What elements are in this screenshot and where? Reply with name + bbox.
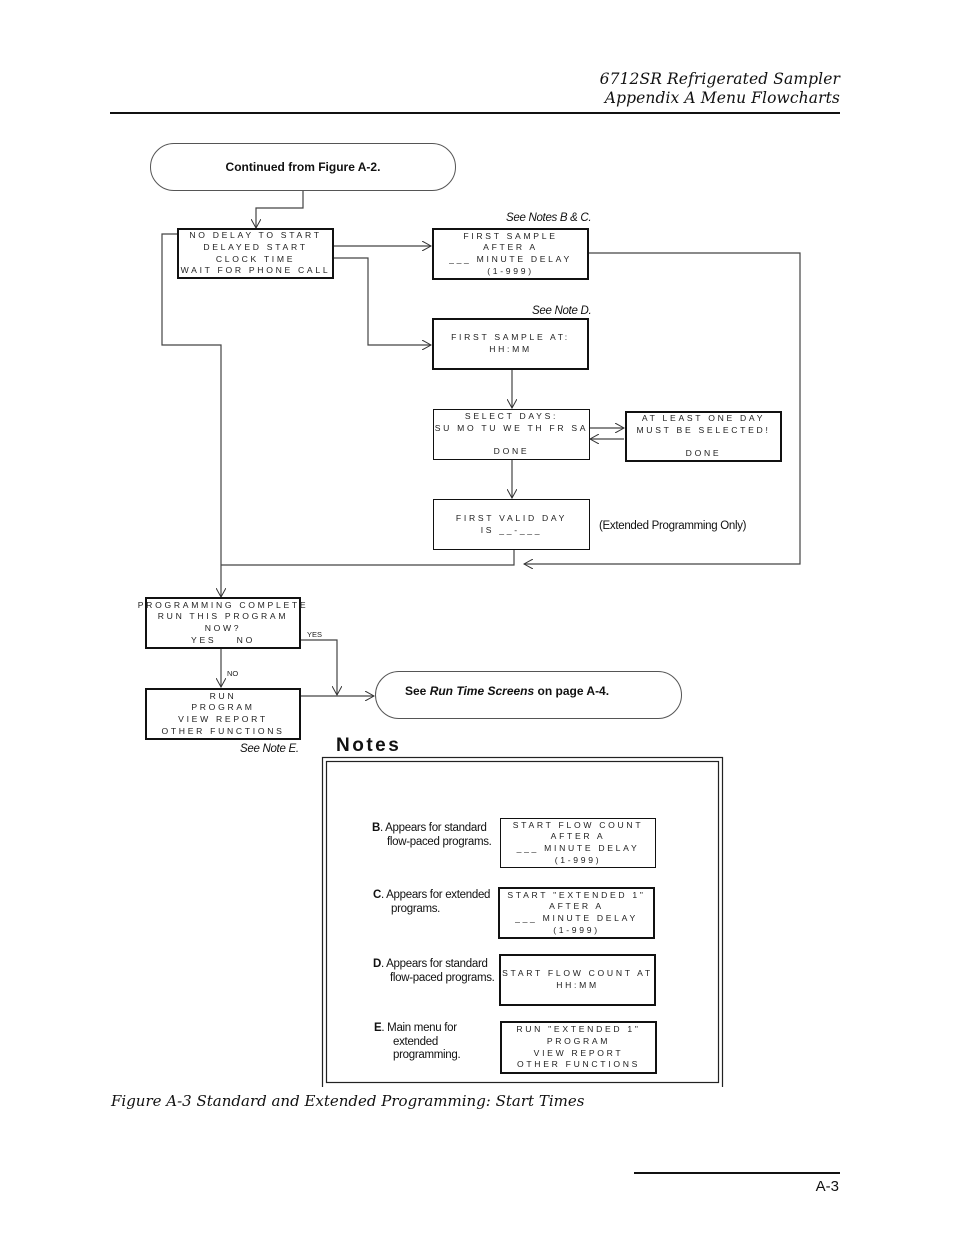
screen-programming-complete: PROGRAMMING COMPLETE RUN THIS PROGRAM NO… bbox=[138, 597, 306, 649]
see-note-d-label: See Note D. bbox=[532, 305, 592, 317]
screen-select-days: SELECT DAYS: SU MO TU WE TH FR SA DONE bbox=[433, 409, 590, 460]
start-terminal-label: Continued from Figure A-2. bbox=[225, 160, 381, 174]
screen-line: MUST BE SELECTED! bbox=[636, 424, 771, 435]
extended-only-label: (Extended Programming Only) bbox=[599, 520, 747, 532]
note-letter: D bbox=[373, 958, 382, 970]
screen-line: OTHER FUNCTIONS bbox=[516, 1059, 641, 1070]
screen-line: AFTER A bbox=[483, 242, 538, 253]
screen-line: RUN THIS PROGRAM bbox=[157, 611, 289, 622]
footer-rule bbox=[634, 1172, 840, 1174]
screen-line: AFTER A bbox=[550, 831, 606, 842]
page-number: A-3 bbox=[815, 1178, 839, 1195]
screen-first-sample-delay: FIRST SAMPLE AFTER A ___ MINUTE DELAY (1… bbox=[432, 228, 589, 280]
note-b-text: B. Appears for standard flow-paced progr… bbox=[372, 822, 492, 849]
note-line: . Main menu for bbox=[381, 1022, 457, 1034]
figure-caption: Figure A-3 Standard and Extended Program… bbox=[111, 1092, 585, 1110]
screen-first-valid-day: FIRST VALID DAY IS __-___ bbox=[433, 499, 590, 550]
note-letter: C bbox=[373, 889, 382, 901]
wire-no-delay-down bbox=[161, 233, 221, 597]
screen-note-e: RUN "EXTENDED 1" PROGRAM VIEW REPORT OTH… bbox=[500, 1021, 657, 1074]
time-field[interactable]: HH:MM bbox=[489, 344, 532, 356]
terminal-text-prefix: See bbox=[405, 684, 430, 698]
see-notes-bc-label: See Notes B & C. bbox=[506, 212, 592, 224]
menu-option-other-functions[interactable]: OTHER FUNCTIONS bbox=[161, 726, 284, 738]
see-note-e-label: See Note E. bbox=[240, 743, 299, 755]
note-c-text: C. Appears for extended programs. bbox=[373, 889, 490, 916]
no-branch-label: NO bbox=[227, 669, 239, 678]
yes-no-options[interactable]: YES NO bbox=[191, 635, 255, 647]
screen-line: START FLOW COUNT AT bbox=[502, 968, 653, 979]
run-time-screens-link[interactable]: Run Time Screens bbox=[430, 684, 534, 698]
date-field[interactable]: IS __-___ bbox=[481, 525, 543, 537]
screen-at-least-one-day: AT LEAST ONE DAY MUST BE SELECTED! DONE bbox=[625, 411, 782, 462]
screen-first-sample-at: FIRST SAMPLE AT: HH:MM bbox=[432, 318, 589, 370]
screen-main-menu: RUN PROGRAM VIEW REPORT OTHER FUNCTIONS bbox=[145, 688, 301, 740]
done-option[interactable]: DONE bbox=[494, 446, 530, 458]
wire-clock-to-first-sample-at bbox=[334, 257, 431, 345]
wire-start-to-menu bbox=[256, 190, 304, 228]
screen-note-d: START FLOW COUNT AT HH:MM bbox=[499, 954, 656, 1006]
screen-line: AFTER A bbox=[549, 901, 604, 912]
menu-option-view-report[interactable]: VIEW REPORT bbox=[178, 714, 268, 726]
screen-line: (1-999) bbox=[487, 265, 534, 276]
screen-line: HH:MM bbox=[556, 980, 599, 990]
note-line: extended bbox=[393, 1035, 438, 1048]
wire-valid-day-to-merge bbox=[221, 550, 515, 566]
yes-branch-label: YES bbox=[307, 630, 323, 639]
runtime-screens-terminal: See Run Time Screens on page A-4. bbox=[375, 671, 682, 719]
screen-note-b: START FLOW COUNT AFTER A ___ MINUTE DELA… bbox=[500, 818, 656, 868]
note-line: . Appears for extended bbox=[381, 889, 491, 901]
day-selector[interactable]: SU MO TU WE TH FR SA bbox=[435, 423, 588, 435]
delay-minutes-field[interactable]: ___ MINUTE DELAY bbox=[449, 254, 572, 266]
screen-start-menu: NO DELAY TO START DELAYED START CLOCK TI… bbox=[177, 228, 334, 279]
screen-line: START "EXTENDED 1" bbox=[507, 889, 646, 900]
note-line: flow-paced programs. bbox=[387, 835, 492, 848]
wire-yes-to-runtime bbox=[301, 639, 337, 695]
menu-option-program[interactable]: PROGRAM bbox=[191, 702, 254, 714]
note-line: programs. bbox=[391, 902, 441, 915]
note-line: . Appears for standard bbox=[380, 822, 487, 834]
terminal-text-suffix: on page A-4. bbox=[534, 684, 610, 698]
flowchart-connectors bbox=[161, 190, 801, 1092]
note-e-text: E. Main menu for extended programming. bbox=[374, 1022, 461, 1063]
menu-option-run[interactable]: RUN bbox=[210, 691, 237, 703]
done-option[interactable]: DONE bbox=[686, 448, 722, 460]
note-letter: B bbox=[372, 822, 381, 834]
screen-line: ___ MINUTE DELAY bbox=[515, 913, 638, 923]
screen-line: PROGRAM bbox=[546, 1035, 611, 1046]
note-line: . Appears for standard bbox=[381, 958, 488, 970]
screen-line: SELECT DAYS: bbox=[464, 411, 559, 422]
start-menu-option-phone-call[interactable]: WAIT FOR PHONE CALL bbox=[181, 265, 331, 277]
start-menu-option-clock-time[interactable]: CLOCK TIME bbox=[216, 254, 295, 266]
screen-line: FIRST VALID DAY bbox=[455, 512, 568, 523]
screen-line: (1-999) bbox=[553, 924, 600, 935]
notes-title: Notes bbox=[336, 735, 402, 756]
screen-note-c: START "EXTENDED 1" AFTER A ___ MINUTE DE… bbox=[498, 887, 655, 939]
screen-line: VIEW REPORT bbox=[533, 1047, 624, 1058]
screen-line: (1-999) bbox=[554, 854, 602, 865]
screen-line: FIRST SAMPLE bbox=[463, 230, 558, 241]
note-line: flow-paced programs. bbox=[390, 971, 495, 984]
screen-line: FIRST SAMPLE AT: bbox=[451, 332, 570, 343]
screen-line: RUN "EXTENDED 1" bbox=[516, 1024, 641, 1035]
screen-line: START FLOW COUNT bbox=[512, 819, 644, 830]
screen-line: AT LEAST ONE DAY bbox=[641, 413, 766, 424]
start-terminal: Continued from Figure A-2. bbox=[150, 143, 456, 191]
screen-line: ___ MINUTE DELAY bbox=[516, 843, 640, 853]
note-d-text: D. Appears for standard flow-paced progr… bbox=[373, 958, 495, 985]
screen-line: PROGRAMMING COMPLETE bbox=[137, 599, 309, 610]
note-line: programming. bbox=[393, 1049, 461, 1061]
start-menu-option-delayed-start[interactable]: DELAYED START bbox=[203, 242, 307, 254]
screen-line: NOW? bbox=[204, 623, 242, 633]
start-menu-option-no-delay[interactable]: NO DELAY TO START bbox=[189, 230, 321, 242]
